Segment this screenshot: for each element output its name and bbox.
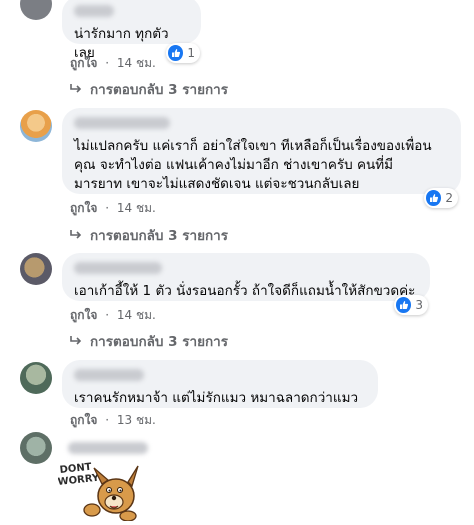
comment-bubble: เอาเก้าอี้ให้ 1 ตัว นั่งรอนอกรั้ว ถ้าใจด… bbox=[62, 253, 430, 301]
reaction-count: 2 bbox=[445, 191, 453, 205]
author-name-blurred[interactable] bbox=[74, 262, 162, 274]
author-name-blurred[interactable] bbox=[74, 5, 114, 17]
timestamp[interactable]: 13 ชม. bbox=[117, 413, 156, 427]
reply-arrow-icon bbox=[70, 84, 82, 93]
reaction-summary[interactable]: 3 bbox=[394, 295, 428, 315]
comment-actions: ถูกใจ · 13 ชม. bbox=[70, 411, 156, 430]
separator: · bbox=[105, 413, 110, 427]
comment-bubble: ไม่แปลกครับ แค่เราก็ อย่าใส่ใจเขา ทีเหลื… bbox=[62, 108, 461, 194]
dog-sticker-icon: DONT WORRY bbox=[57, 462, 139, 522]
replies-label: การตอบกลับ 3 รายการ bbox=[90, 82, 229, 98]
comment-actions: ถูกใจ · 14 ชม. bbox=[70, 306, 156, 325]
reply-arrow-icon bbox=[70, 230, 82, 239]
avatar[interactable] bbox=[20, 0, 52, 20]
like-button[interactable]: ถูกใจ bbox=[70, 308, 97, 322]
reaction-count: 3 bbox=[415, 298, 423, 312]
like-button[interactable]: ถูกใจ bbox=[70, 201, 97, 215]
avatar[interactable] bbox=[20, 432, 52, 464]
comment-text: เอาเก้าอี้ให้ 1 ตัว นั่งรอนอกรั้ว ถ้าใจด… bbox=[74, 283, 416, 299]
timestamp[interactable]: 14 ชม. bbox=[117, 308, 156, 322]
replies-label: การตอบกลับ 3 รายการ bbox=[90, 334, 229, 350]
view-replies-link[interactable]: การตอบกลับ 3 รายการ bbox=[70, 224, 228, 246]
separator: · bbox=[105, 201, 110, 215]
sticker[interactable]: DONT WORRY bbox=[57, 460, 140, 522]
view-replies-link[interactable]: การตอบกลับ 3 รายการ bbox=[70, 78, 228, 100]
avatar[interactable] bbox=[20, 253, 52, 285]
avatar[interactable] bbox=[20, 362, 52, 394]
like-button[interactable]: ถูกใจ bbox=[70, 56, 97, 70]
comment-bubble: เราคนรักหมาจ้า แต่ไม่รักแมว หมาฉลาดกว่าแ… bbox=[62, 360, 378, 408]
comment-actions: ถูกใจ · 14 ชม. bbox=[70, 54, 156, 73]
reaction-summary[interactable]: 2 bbox=[424, 188, 458, 208]
replies-label: การตอบกลับ 3 รายการ bbox=[90, 228, 229, 244]
timestamp[interactable]: 14 ชม. bbox=[117, 56, 156, 70]
author-name-blurred[interactable] bbox=[74, 369, 144, 381]
reply-arrow-icon bbox=[70, 336, 82, 345]
comment-bubble: น่ารักมาก ทุกตัวเลย bbox=[62, 0, 201, 61]
view-replies-link[interactable]: การตอบกลับ 3 รายการ bbox=[70, 330, 228, 352]
avatar[interactable] bbox=[20, 110, 52, 142]
like-button[interactable]: ถูกใจ bbox=[70, 413, 97, 427]
thumbs-up-icon bbox=[168, 45, 184, 61]
author-name-blurred[interactable] bbox=[74, 117, 170, 129]
thumbs-up-icon bbox=[396, 297, 412, 313]
reaction-summary[interactable]: 1 bbox=[166, 43, 200, 63]
reaction-count: 1 bbox=[187, 46, 195, 60]
author-name-blurred[interactable] bbox=[68, 442, 148, 454]
comment-actions: ถูกใจ · 14 ชม. bbox=[70, 199, 156, 218]
comment-text: เราคนรักหมาจ้า แต่ไม่รักแมว หมาฉลาดกว่าแ… bbox=[74, 390, 359, 406]
timestamp[interactable]: 14 ชม. bbox=[117, 201, 156, 215]
separator: · bbox=[105, 308, 110, 322]
thumbs-up-icon bbox=[426, 190, 442, 206]
comment-text: ไม่แปลกครับ แค่เราก็ อย่าใส่ใจเขา ทีเหลื… bbox=[74, 138, 432, 192]
separator: · bbox=[105, 56, 110, 70]
